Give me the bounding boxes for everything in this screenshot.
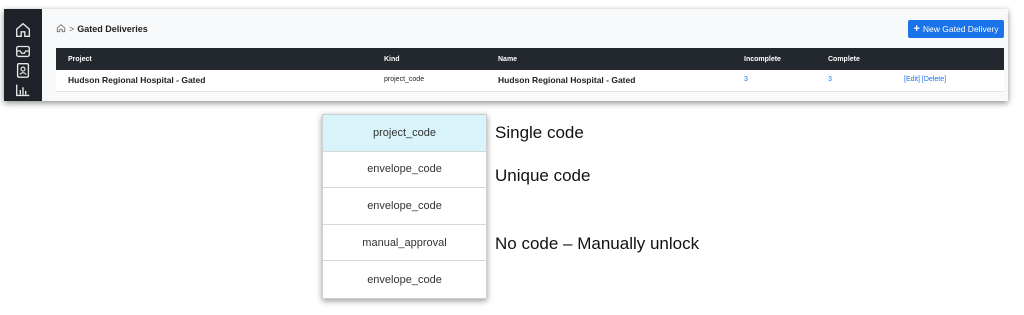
kind-option-envelope-code[interactable]: envelope_code bbox=[323, 261, 486, 298]
cell-complete-link[interactable]: 3 bbox=[828, 76, 832, 83]
header-name[interactable]: Name bbox=[498, 56, 517, 63]
annotation-unique-code: Unique code bbox=[495, 166, 591, 185]
cell-incomplete-link[interactable]: 3 bbox=[744, 76, 748, 83]
cell-project: Hudson Regional Hospital - Gated bbox=[68, 75, 206, 85]
home-icon[interactable] bbox=[13, 21, 33, 39]
sidebar bbox=[4, 9, 42, 101]
header-incomplete[interactable]: Incomplete bbox=[744, 56, 781, 63]
kind-option-project-code[interactable]: project_code bbox=[323, 115, 486, 152]
kind-option-manual-approval[interactable]: manual_approval bbox=[323, 225, 486, 262]
header-project[interactable]: Project bbox=[68, 56, 92, 63]
row-actions: [Edit] [Delete] bbox=[904, 76, 946, 83]
annotation-manual-unlock: No code – Manually unlock bbox=[495, 234, 700, 253]
new-gated-delivery-button[interactable]: + New Gated Delivery bbox=[908, 20, 1004, 38]
cell-kind: project_code bbox=[384, 76, 425, 83]
edit-link[interactable]: [Edit] bbox=[904, 76, 920, 83]
kind-option-envelope-code[interactable]: envelope_code bbox=[323, 152, 486, 189]
header-complete[interactable]: Complete bbox=[828, 56, 860, 63]
kind-option-envelope-code[interactable]: envelope_code bbox=[323, 188, 486, 225]
app-window: > Gated Deliveries + New Gated Delivery … bbox=[4, 9, 1008, 101]
cell-name: Hudson Regional Hospital - Gated bbox=[498, 75, 636, 85]
bar-chart-icon[interactable] bbox=[13, 81, 33, 99]
main-content: > Gated Deliveries + New Gated Delivery … bbox=[42, 9, 1008, 101]
inbox-icon[interactable] bbox=[13, 42, 33, 60]
plus-icon: + bbox=[913, 23, 920, 35]
delete-link[interactable]: [Delete] bbox=[922, 76, 946, 83]
table-row[interactable]: Hudson Regional Hospital - Gated project… bbox=[56, 70, 1004, 92]
breadcrumb-home-icon[interactable] bbox=[56, 23, 66, 35]
breadcrumb-current: Gated Deliveries bbox=[77, 24, 148, 34]
kind-options-list: project_code envelope_code envelope_code… bbox=[322, 114, 487, 299]
annotation-single-code: Single code bbox=[495, 123, 584, 142]
contact-card-icon[interactable] bbox=[13, 61, 33, 79]
breadcrumb-separator: > bbox=[69, 24, 75, 34]
gated-deliveries-table: Project Kind Name Incomplete Complete Hu… bbox=[56, 48, 1004, 92]
table-header: Project Kind Name Incomplete Complete bbox=[56, 48, 1004, 70]
new-gated-delivery-label: New Gated Delivery bbox=[922, 24, 999, 34]
header-kind[interactable]: Kind bbox=[384, 56, 400, 63]
breadcrumb: > Gated Deliveries bbox=[56, 23, 148, 35]
